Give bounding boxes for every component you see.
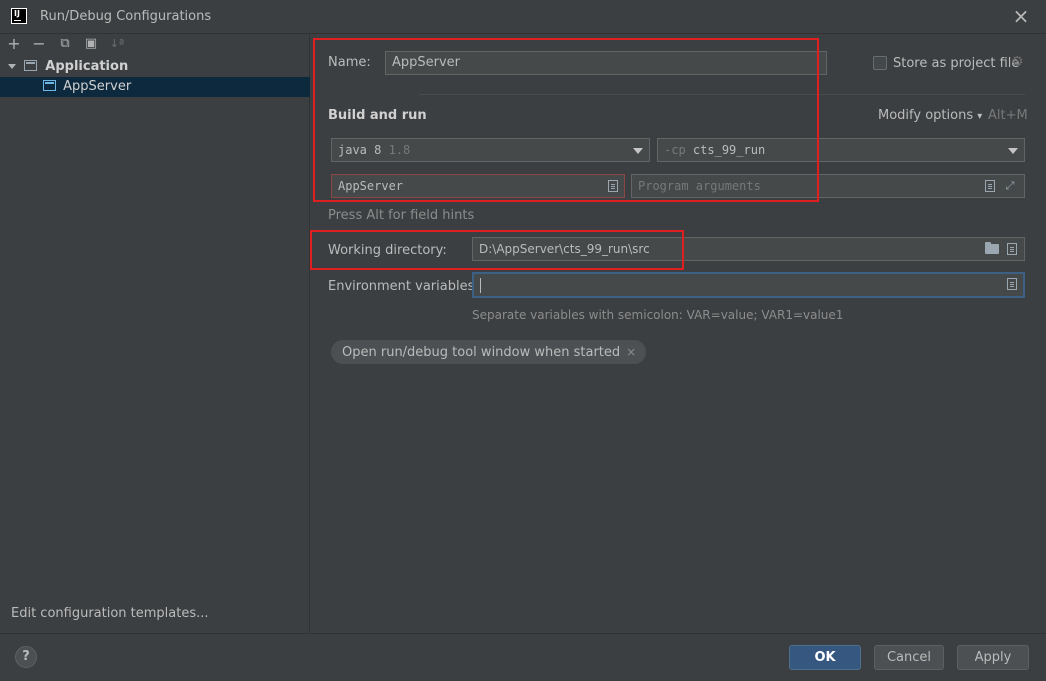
title-bar: IJ Run/Debug Configurations ×	[0, 0, 1046, 34]
macros-icon[interactable]	[1007, 243, 1017, 255]
ok-button[interactable]: OK	[789, 645, 861, 670]
program-arguments-placeholder: Program arguments	[638, 179, 761, 193]
environment-variables-input[interactable]	[472, 272, 1025, 298]
classpath-prefix: -cp	[664, 143, 686, 157]
close-icon[interactable]: ×	[626, 345, 636, 359]
browse-class-icon[interactable]	[608, 180, 618, 192]
remove-icon[interactable]: −	[29, 34, 49, 54]
edit-variables-icon[interactable]	[1007, 278, 1017, 290]
classpath-value: cts_99_run	[692, 143, 766, 157]
dialog-footer: ? OK Cancel Apply	[0, 633, 1046, 681]
folder-icon[interactable]	[985, 242, 999, 254]
section-divider	[419, 94, 1025, 95]
environment-variables-label: Environment variables:	[328, 279, 479, 294]
application-config-icon	[24, 60, 38, 71]
close-icon[interactable]: ×	[1010, 4, 1032, 28]
tree-item-appserver[interactable]: AppServer	[0, 77, 310, 97]
expand-text-icon[interactable]	[985, 180, 995, 192]
environment-variables-hint: Separate variables with semicolon: VAR=v…	[472, 308, 844, 322]
application-config-icon	[43, 80, 56, 91]
add-icon[interactable]: +	[4, 34, 24, 54]
main-class-value: AppServer	[338, 179, 404, 193]
modify-options-label: Modify options	[878, 108, 974, 123]
open-tool-window-chip[interactable]: Open run/debug tool window when started ×	[331, 340, 647, 364]
name-label: Name:	[328, 55, 371, 70]
modify-options-link[interactable]: Modify options ▾	[878, 108, 982, 123]
tree-item-label: AppServer	[63, 79, 132, 94]
sidebar-toolbar: + − ⧉ ▣ ↓ª	[4, 34, 304, 54]
jdk-version: 1.8	[388, 143, 411, 157]
program-arguments-input[interactable]: Program arguments ⤢	[631, 174, 1025, 198]
chevron-down-icon[interactable]	[8, 64, 16, 69]
intellij-app-icon: IJ	[11, 8, 27, 24]
configuration-editor: Name: AppServer Store as project file ⚙ …	[310, 34, 1046, 633]
working-directory-value: D:\AppServer\cts_99_run\src	[479, 242, 650, 256]
new-folder-icon[interactable]: ▣	[81, 34, 101, 54]
name-input[interactable]: AppServer	[385, 51, 827, 75]
jdk-select[interactable]: java 8 1.8	[331, 138, 650, 162]
working-directory-label: Working directory:	[328, 243, 447, 258]
jdk-value: java 8	[338, 143, 382, 157]
section-title: Build and run	[328, 108, 427, 123]
chevron-down-icon	[633, 148, 643, 154]
maximize-icon[interactable]: ⤢	[1004, 180, 1016, 192]
store-as-project-label: Store as project file	[893, 56, 1020, 71]
configurations-sidebar: + − ⧉ ▣ ↓ª Application AppServer Edit co…	[0, 34, 310, 633]
gear-icon[interactable]: ⚙	[1011, 54, 1024, 70]
store-as-project-checkbox[interactable]	[873, 56, 887, 70]
working-directory-input[interactable]: D:\AppServer\cts_99_run\src	[472, 237, 1025, 261]
tree-group-application[interactable]: Application	[0, 57, 310, 77]
cancel-button[interactable]: Cancel	[874, 645, 944, 670]
classpath-select[interactable]: -cp cts_99_run	[657, 138, 1025, 162]
apply-button[interactable]: Apply	[957, 645, 1029, 670]
window-title: Run/Debug Configurations	[40, 9, 212, 24]
tree-group-label: Application	[45, 59, 129, 74]
chevron-down-icon	[1008, 148, 1018, 154]
edit-templates-link[interactable]: Edit configuration templates...	[11, 606, 209, 621]
main-class-input[interactable]: AppServer	[331, 174, 625, 198]
field-hint: Press Alt for field hints	[328, 208, 475, 223]
text-caret	[480, 278, 481, 293]
chip-label: Open run/debug tool window when started	[342, 345, 621, 360]
modify-shortcut: Alt+M	[988, 108, 1028, 123]
help-button[interactable]: ?	[15, 646, 37, 668]
chevron-down-icon: ▾	[977, 111, 983, 122]
copy-icon[interactable]: ⧉	[55, 34, 75, 54]
sort-icon[interactable]: ↓ª	[107, 34, 127, 54]
